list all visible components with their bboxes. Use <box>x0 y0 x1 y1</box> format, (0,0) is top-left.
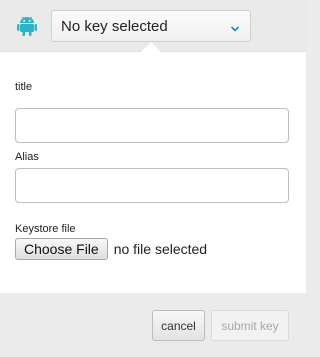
title-input[interactable] <box>15 108 289 143</box>
cancel-button[interactable]: cancel <box>152 310 205 341</box>
choose-file-button[interactable]: Choose File <box>15 238 108 260</box>
form-footer: cancel submit key <box>0 293 306 357</box>
alias-input[interactable] <box>15 168 289 203</box>
file-status-text: no file selected <box>113 241 208 257</box>
key-form-panel: title Alias Keystore file Choose File no… <box>0 52 306 293</box>
chevron-down-icon <box>230 21 240 32</box>
keystore-file-label: Keystore file <box>15 223 76 235</box>
android-icon <box>17 15 37 37</box>
alias-label: Alias <box>15 151 39 163</box>
keystore-file-input: Choose File no file selected <box>15 238 207 260</box>
submit-key-button[interactable]: submit key <box>211 310 289 341</box>
title-label: title <box>15 81 33 93</box>
key-select-value: No key selected <box>61 18 168 35</box>
key-select-dropdown[interactable]: No key selected <box>51 10 251 42</box>
popover-pointer <box>140 42 162 53</box>
